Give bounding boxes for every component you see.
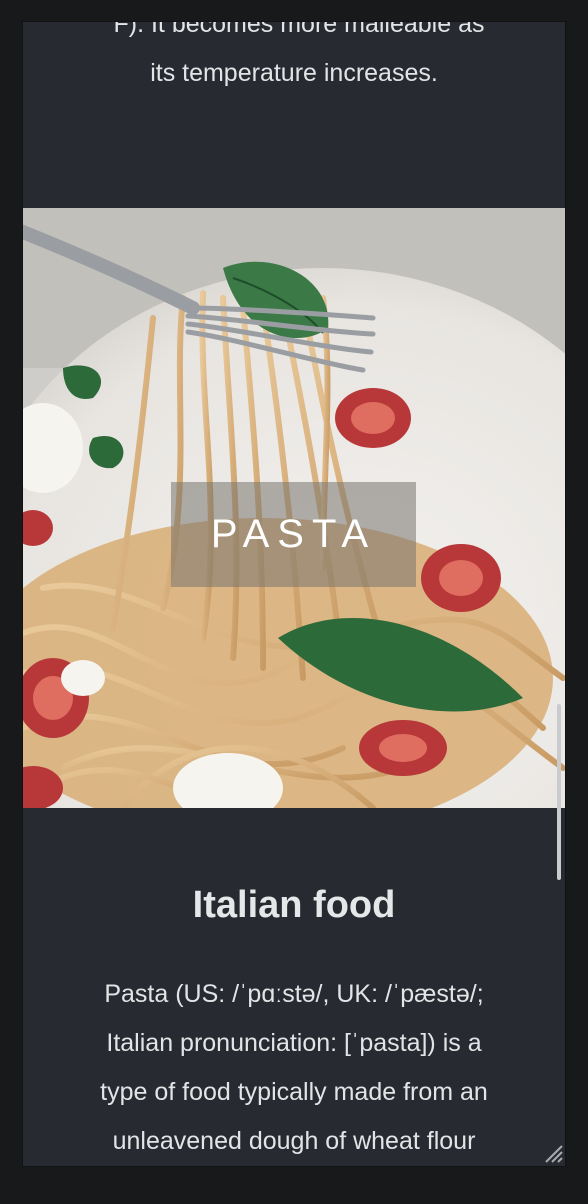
resize-grip-icon[interactable] xyxy=(542,1142,564,1164)
body-line: Italian pronunciation: [ˈpasta]) is a xyxy=(106,1029,482,1057)
intro-line: its temperature increases. xyxy=(150,59,438,87)
content-panel[interactable]: °F). It becomes more malleable as its te… xyxy=(23,22,565,1166)
scrollbar-thumb[interactable] xyxy=(557,704,561,880)
hero-label: PASTA xyxy=(171,482,416,587)
pasta-hero-image: PASTA xyxy=(23,208,565,808)
body-line: type of food typically made from an xyxy=(100,1078,488,1106)
intro-line: °F). It becomes more malleable as xyxy=(103,22,485,38)
body-line: unleavened dough of wheat flour xyxy=(112,1127,476,1155)
section-title: Italian food xyxy=(192,884,396,926)
section-body: Pasta (US: /ˈpɑːstə/, UK: /ˈpæstə/; Ital… xyxy=(65,970,523,1166)
intro-text: °F). It becomes more malleable as its te… xyxy=(23,22,565,208)
body-line: Pasta (US: /ˈpɑːstə/, UK: /ˈpæstə/; xyxy=(104,980,484,1008)
